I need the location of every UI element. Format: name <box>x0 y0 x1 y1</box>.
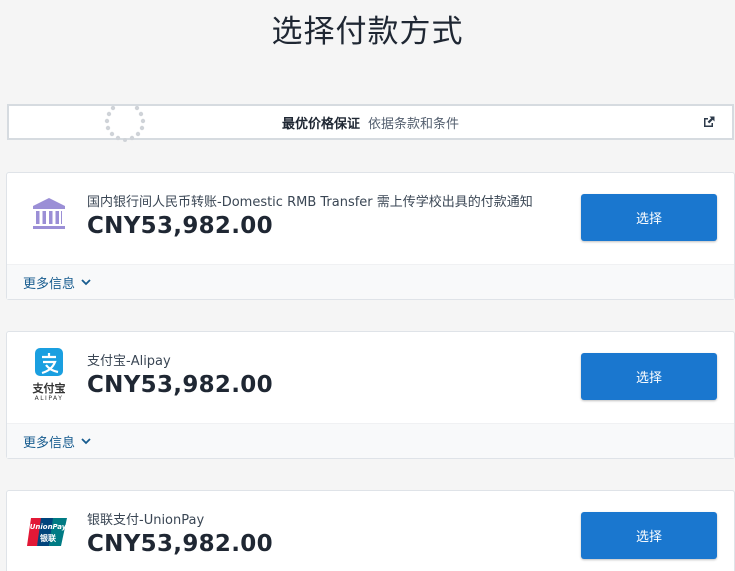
payment-method-card: 支付宝 ALIPAY 支付宝-Alipay CNY53,982.00 选择 更多… <box>6 331 735 459</box>
select-button[interactable]: 选择 <box>581 512 717 559</box>
more-info-label: 更多信息 <box>23 276 76 292</box>
payment-price: CNY53,982.00 <box>87 213 273 239</box>
payment-method-name: 银联支付-UnionPay <box>87 513 205 528</box>
unionpay-logo-text: UnionPay <box>29 523 67 531</box>
external-link-icon[interactable] <box>702 115 716 129</box>
payment-method-name: 支付宝-Alipay <box>87 354 171 369</box>
guarantee-terms[interactable]: 依据条款和条件 <box>368 113 459 132</box>
select-button[interactable]: 选择 <box>581 353 717 400</box>
laurel-icon <box>104 105 146 142</box>
alipay-logo-subtext: ALIPAY <box>34 395 64 402</box>
alipay-logo-text: 支付宝 <box>32 382 66 395</box>
payment-method-name: 国内银行间人民币转账-Domestic RMB Transfer 需上传学校出具… <box>87 195 533 210</box>
chevron-down-icon <box>81 437 91 444</box>
best-price-guarantee-banner[interactable]: 最优价格保证 依据条款和条件 <box>7 104 734 142</box>
more-info-toggle[interactable]: 更多信息 <box>7 423 734 458</box>
unionpay-logo: UnionPay 银联 <box>27 518 69 546</box>
payment-method-card: UnionPay 银联 银联支付-UnionPay CNY53,982.00 选… <box>6 490 735 571</box>
page-title: 选择付款方式 <box>271 14 464 50</box>
payment-price: CNY53,982.00 <box>87 531 273 557</box>
more-info-label: 更多信息 <box>23 435 76 451</box>
payment-method-card: 国内银行间人民币转账-Domestic RMB Transfer 需上传学校出具… <box>6 172 735 300</box>
select-button[interactable]: 选择 <box>581 194 717 241</box>
alipay-logo: 支付宝 ALIPAY <box>25 348 73 402</box>
bank-icon <box>33 198 65 229</box>
guarantee-title: 最优价格保证 <box>281 116 360 132</box>
chevron-down-icon <box>81 278 91 285</box>
payment-price: CNY53,982.00 <box>87 372 273 398</box>
more-info-toggle[interactable]: 更多信息 <box>7 264 734 299</box>
unionpay-logo-subtext: 银联 <box>40 534 56 543</box>
